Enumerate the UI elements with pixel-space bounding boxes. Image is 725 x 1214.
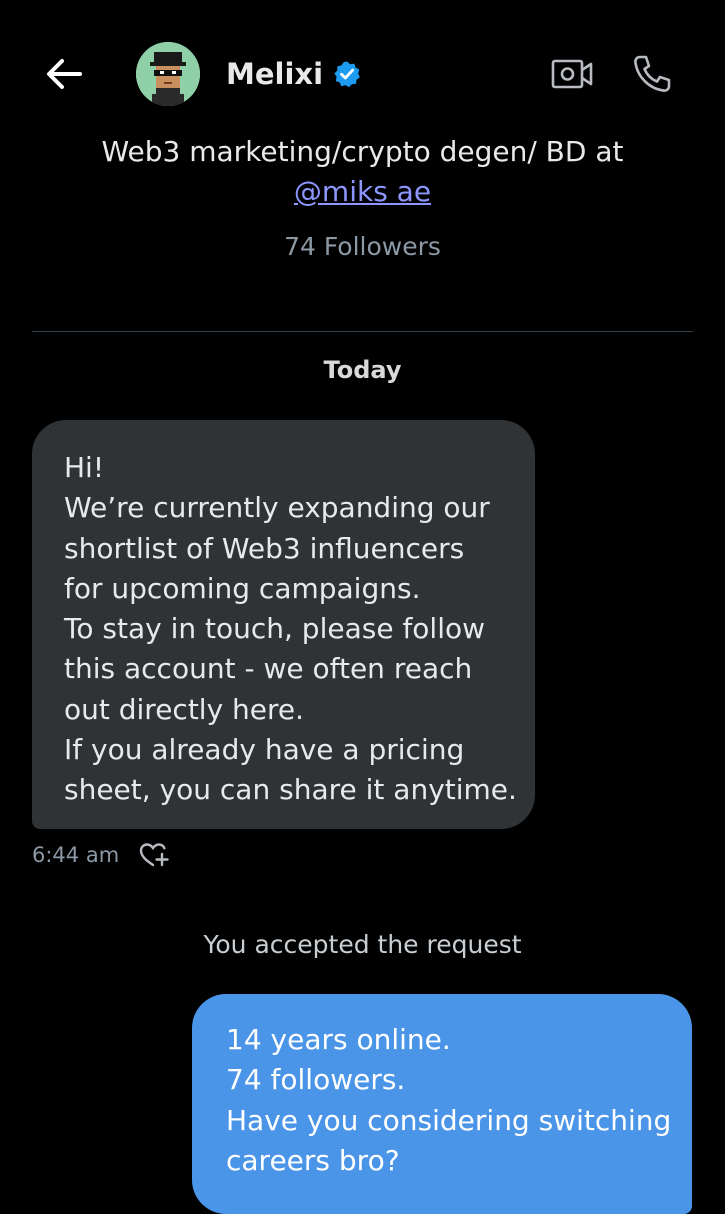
incoming-message-bubble[interactable]: Hi! We’re currently expanding our shortl… bbox=[32, 420, 535, 829]
message-line: 14 years online. bbox=[226, 1023, 451, 1056]
followers-count[interactable]: 74 Followers bbox=[0, 232, 725, 261]
bio-mention-link[interactable]: @miks ae bbox=[294, 175, 431, 208]
message-line: shortlist of Web3 influencers bbox=[64, 531, 465, 565]
message-line: 74 followers. bbox=[226, 1063, 406, 1097]
profile-bio: Web3 marketing/crypto degen/ BD at @miks… bbox=[0, 132, 725, 212]
message-meta: 6:44 am bbox=[32, 838, 171, 872]
video-camera-icon bbox=[551, 59, 593, 89]
message-line: If you already have a pricing bbox=[64, 733, 465, 767]
outgoing-message-bubble[interactable]: 14 years online. 74 followers. Have you … bbox=[192, 994, 692, 1214]
message-line: We’re currently expanding our bbox=[64, 491, 490, 525]
bio-text: Web3 marketing/crypto degen/ BD at bbox=[101, 135, 624, 168]
message-line: this account - we often reach bbox=[64, 652, 473, 686]
verified-badge-icon bbox=[334, 61, 360, 88]
arrow-left-icon bbox=[47, 59, 82, 89]
date-separator: Today bbox=[323, 356, 402, 384]
add-reaction-button[interactable] bbox=[137, 839, 171, 871]
message-line: Hi! bbox=[64, 451, 105, 484]
contact-name-row[interactable]: Melixi bbox=[226, 52, 361, 96]
message-line: for upcoming campaigns. bbox=[64, 571, 421, 605]
message-line: sheet, you can share it anytime. bbox=[64, 773, 517, 807]
audio-call-button[interactable] bbox=[628, 50, 676, 98]
avatar[interactable] bbox=[136, 42, 200, 106]
message-line: careers bro? bbox=[226, 1143, 400, 1177]
message-timestamp: 6:44 am bbox=[32, 843, 120, 867]
back-button[interactable] bbox=[40, 50, 88, 98]
pixel-avatar-image bbox=[136, 42, 200, 106]
conversation-header: Melixi bbox=[0, 0, 725, 145]
message-line: Have you considering switching bbox=[226, 1103, 672, 1137]
divider bbox=[32, 331, 693, 332]
heart-plus-icon bbox=[139, 843, 169, 867]
request-accepted-note: You accepted the request bbox=[203, 930, 522, 959]
contact-name: Melixi bbox=[226, 57, 324, 91]
message-line: out directly here. bbox=[64, 692, 305, 726]
phone-icon bbox=[634, 55, 671, 92]
video-call-button[interactable] bbox=[548, 52, 596, 96]
message-line: To stay in touch, please follow bbox=[64, 612, 486, 646]
